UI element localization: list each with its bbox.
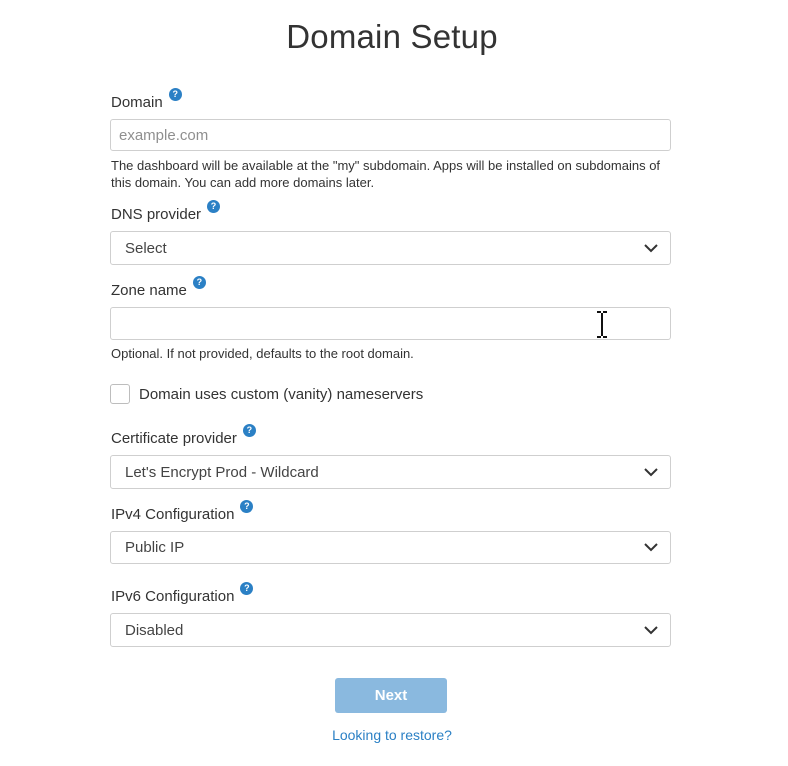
zone-name-field[interactable] <box>110 307 671 340</box>
ipv4-selected: Public IP <box>125 539 185 556</box>
certificate-provider-help-icon[interactable]: ? <box>242 424 256 437</box>
certificate-provider-label-row: Certificate provider ? <box>111 424 256 447</box>
zone-name-label-row: Zone name ? <box>111 276 206 299</box>
certificate-provider-label: Certificate provider <box>111 430 237 447</box>
ipv4-help-icon[interactable]: ? <box>240 500 254 513</box>
dns-provider-select[interactable]: Select <box>110 231 671 265</box>
chevron-down-icon <box>644 244 658 253</box>
restore-link[interactable]: Looking to restore? <box>0 727 784 743</box>
page-title: Domain Setup <box>286 18 498 55</box>
ipv4-label-row: IPv4 Configuration ? <box>111 500 254 523</box>
domain-label-row: Domain ? <box>111 88 182 111</box>
domain-input[interactable] <box>111 120 670 150</box>
ipv6-selected: Disabled <box>125 622 184 639</box>
zone-name-label: Zone name <box>111 282 187 299</box>
ipv6-label: IPv6 Configuration <box>111 588 235 605</box>
vanity-nameservers-label[interactable]: Domain uses custom (vanity) nameservers <box>139 386 423 403</box>
zone-name-input[interactable] <box>111 308 670 339</box>
domain-label: Domain <box>111 94 163 111</box>
zone-name-hint: Optional. If not provided, defaults to t… <box>111 346 414 361</box>
text-cursor-icon <box>597 311 607 338</box>
vanity-nameservers-checkbox[interactable] <box>110 384 130 404</box>
chevron-down-icon <box>644 543 658 552</box>
dns-provider-label-row: DNS provider ? <box>111 200 221 223</box>
ipv6-help-icon[interactable]: ? <box>240 582 254 595</box>
domain-field[interactable] <box>110 119 671 151</box>
ipv4-label: IPv4 Configuration <box>111 506 235 523</box>
domain-hint: The dashboard will be available at the "… <box>111 158 661 190</box>
ipv4-select[interactable]: Public IP <box>110 531 671 564</box>
dns-provider-label: DNS provider <box>111 206 202 223</box>
ipv6-label-row: IPv6 Configuration ? <box>111 582 254 605</box>
domain-help-icon[interactable]: ? <box>168 88 182 101</box>
next-button[interactable]: Next <box>335 678 447 713</box>
certificate-provider-selected: Let's Encrypt Prod - Wildcard <box>125 464 319 481</box>
zone-name-help-icon[interactable]: ? <box>192 276 206 289</box>
dns-provider-selected: Select <box>125 240 167 257</box>
certificate-provider-select[interactable]: Let's Encrypt Prod - Wildcard <box>110 455 671 489</box>
dns-provider-help-icon[interactable]: ? <box>207 200 221 213</box>
chevron-down-icon <box>644 626 658 635</box>
chevron-down-icon <box>644 468 658 477</box>
ipv6-select[interactable]: Disabled <box>110 613 671 647</box>
